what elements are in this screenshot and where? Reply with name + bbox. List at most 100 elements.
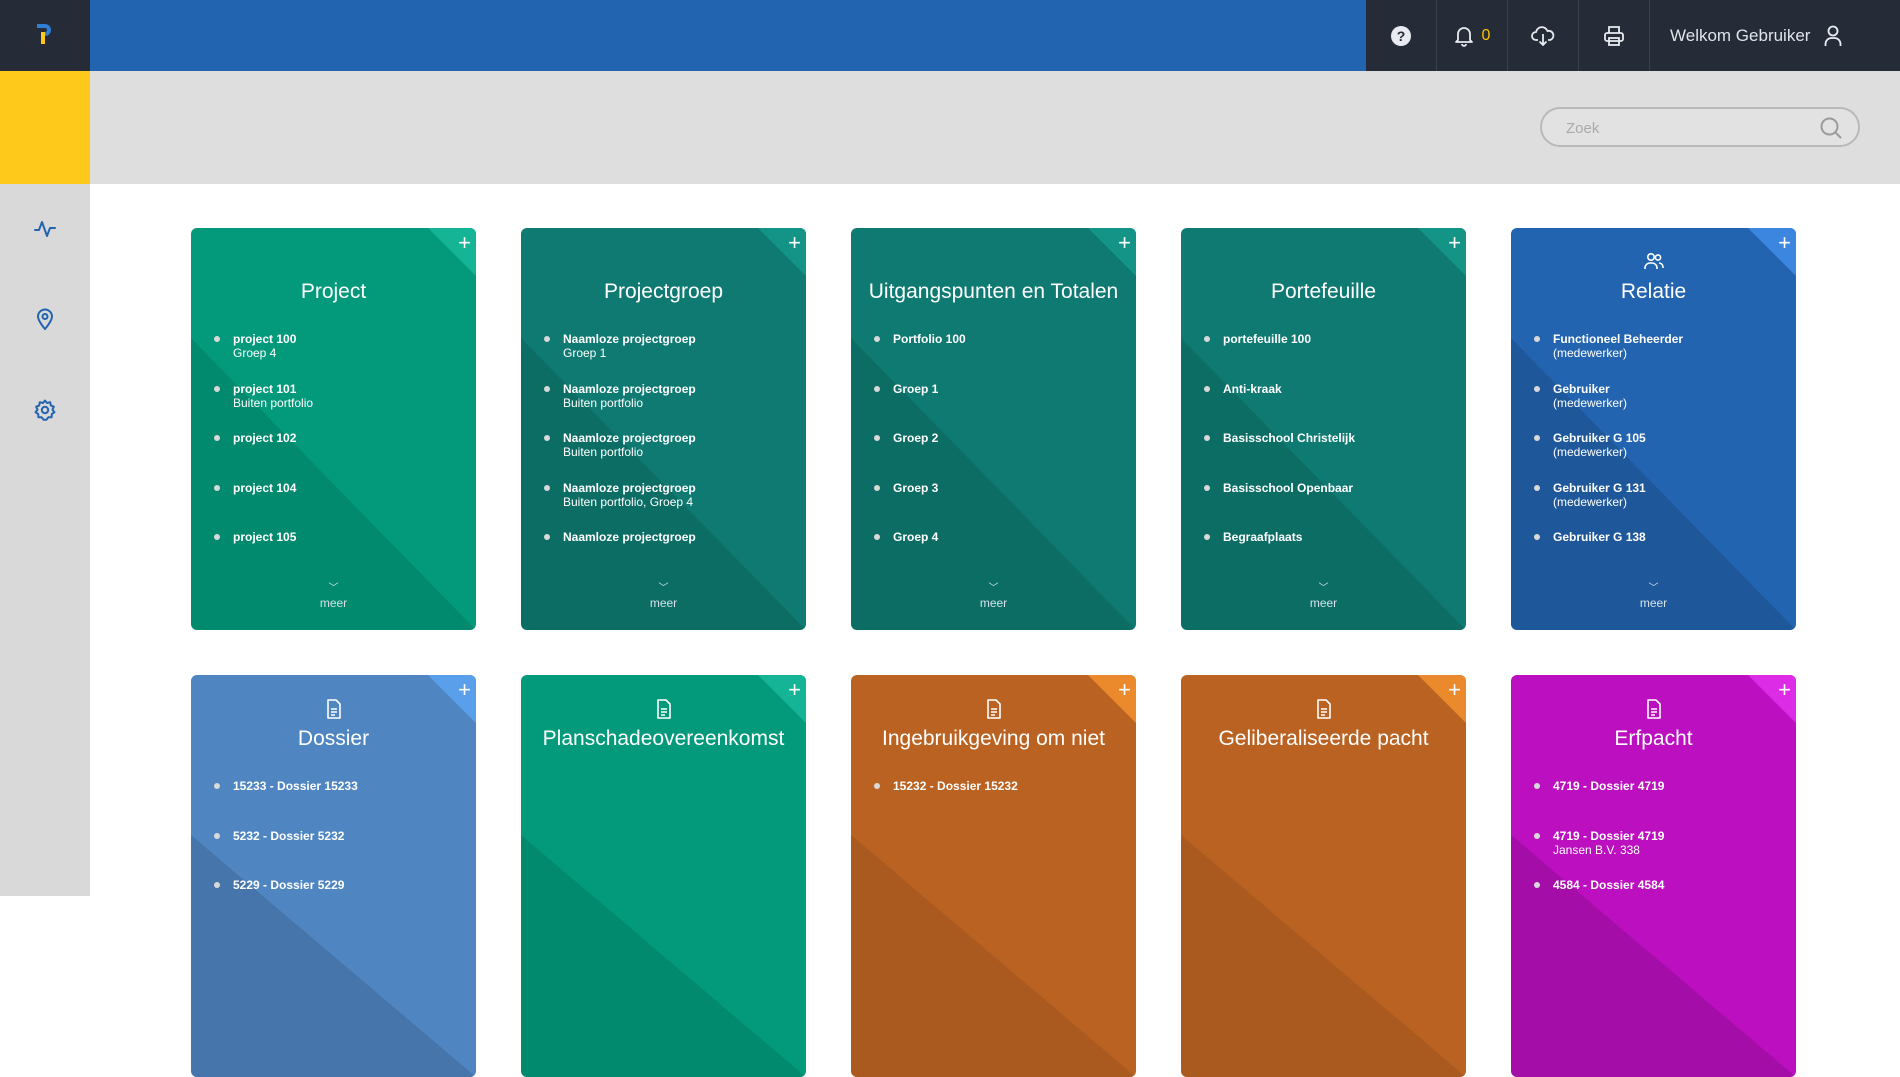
item-sub: Buiten portfolio bbox=[563, 445, 644, 460]
list-item[interactable]: 15232 - Dossier 15232 bbox=[873, 779, 1123, 829]
card-uitgangspunten: + Uitgangspunten en Totalen Portfolio 10… bbox=[851, 228, 1136, 630]
list-item[interactable]: Begraafplaats bbox=[1203, 530, 1453, 580]
list-item[interactable]: 5232 - Dossier 5232 bbox=[213, 829, 463, 879]
list-item[interactable]: Groep 4 bbox=[873, 530, 1123, 580]
top-nav: ? 0 Welkom Gebruiker bbox=[1366, 0, 1900, 71]
item-label: Groep 4 bbox=[893, 530, 939, 545]
item-label: Naamloze projectgroep bbox=[563, 381, 696, 396]
card-list: 4719 - Dossier 4719 4719 - Dossier 4719 J… bbox=[1533, 779, 1783, 928]
list-item[interactable]: Portfolio 100 bbox=[873, 332, 1123, 382]
list-item[interactable]: 4584 - Dossier 4584 bbox=[1533, 878, 1783, 928]
card-ingebruikgeving: + Ingebruikgeving om niet 15232 - Dossie… bbox=[851, 675, 1136, 1077]
logo[interactable] bbox=[0, 0, 90, 71]
card-list: Portfolio 100 Groep 1 Groep 2 Groep 3 Gr… bbox=[873, 332, 1123, 580]
more-button[interactable]: ﹀ meer bbox=[1181, 584, 1466, 611]
card-project: + Project project 100 Groep 4 project 101… bbox=[191, 228, 476, 630]
card-icon-wrap bbox=[1511, 252, 1796, 274]
list-item[interactable]: Naamloze projectgroep Buiten portfolio, G… bbox=[543, 481, 793, 531]
more-button[interactable]: ﹀ meer bbox=[191, 584, 476, 611]
add-portefeuille-button[interactable]: + bbox=[1448, 232, 1461, 254]
list-item[interactable]: Gebruiker G 131 (medewerker) bbox=[1533, 481, 1783, 531]
search-icon[interactable] bbox=[1820, 117, 1842, 139]
download-button[interactable] bbox=[1507, 0, 1578, 71]
notifications-button[interactable]: 0 bbox=[1436, 0, 1507, 71]
item-sub: Buiten portfolio bbox=[233, 395, 314, 410]
list-item[interactable]: 5229 - Dossier 5229 bbox=[213, 878, 463, 928]
add-relatie-button[interactable]: + bbox=[1778, 232, 1791, 254]
list-item[interactable]: project 102 bbox=[213, 431, 463, 481]
list-item[interactable]: Naamloze projectgroep Buiten portfolio bbox=[543, 382, 793, 432]
sidebar-item-settings[interactable] bbox=[30, 395, 60, 425]
bell-icon bbox=[1454, 26, 1473, 47]
more-button[interactable]: ﹀ meer bbox=[1511, 583, 1796, 611]
card-title: Projectgroep bbox=[603, 280, 724, 303]
add-geliberaliseerde-pacht-button[interactable]: + bbox=[1448, 679, 1461, 701]
list-item[interactable]: Naamloze projectgroep bbox=[543, 530, 793, 580]
list-item[interactable]: Naamloze projectgroep Groep 1 bbox=[543, 332, 793, 382]
user-menu[interactable]: Welkom Gebruiker bbox=[1649, 0, 1900, 71]
search-input[interactable] bbox=[1564, 117, 1808, 139]
list-item[interactable]: Functioneel Beheerder (medewerker) bbox=[1533, 332, 1783, 382]
card-icon-wrap bbox=[521, 699, 806, 721]
item-label: project 105 bbox=[233, 530, 297, 545]
item-label: 4719 - Dossier 4719 bbox=[1553, 779, 1665, 793]
list-item[interactable]: 4719 - Dossier 4719 bbox=[1533, 779, 1783, 829]
document-icon bbox=[1316, 699, 1331, 719]
add-ingebruikgeving-button[interactable]: + bbox=[1118, 679, 1131, 701]
list-item[interactable]: Groep 2 bbox=[873, 431, 1123, 481]
list-item[interactable]: Naamloze projectgroep Buiten portfolio bbox=[543, 431, 793, 481]
location-pin-icon bbox=[36, 308, 54, 330]
activity-icon bbox=[34, 221, 56, 237]
chevron-down-icon: ﹀ bbox=[658, 583, 669, 594]
item-label: Groep 2 bbox=[893, 431, 939, 446]
list-item[interactable]: Groep 1 bbox=[873, 382, 1123, 432]
list-item[interactable]: project 101 Buiten portfolio bbox=[213, 382, 463, 432]
list-item[interactable]: project 100 Groep 4 bbox=[213, 332, 463, 382]
list-item[interactable]: 15233 - Dossier 15233 bbox=[213, 779, 463, 829]
add-project-button[interactable]: + bbox=[458, 232, 471, 254]
list-item[interactable]: Groep 3 bbox=[873, 481, 1123, 531]
list-item[interactable]: Basisschool Openbaar bbox=[1203, 481, 1453, 531]
list-item[interactable]: Gebruiker G 138 bbox=[1533, 530, 1783, 580]
list-item[interactable]: project 105 bbox=[213, 530, 463, 580]
list-item[interactable]: project 104 bbox=[213, 481, 463, 531]
card-icon-wrap bbox=[1511, 699, 1796, 721]
help-button[interactable]: ? bbox=[1366, 0, 1436, 71]
sidebar-item-location[interactable] bbox=[30, 304, 60, 334]
add-dossier-button[interactable]: + bbox=[458, 679, 471, 701]
card-projectgroep: + Projectgroep Naamloze projectgroep Groe… bbox=[521, 228, 806, 630]
list-item[interactable]: portefeuille 100 bbox=[1203, 332, 1453, 382]
list-item[interactable]: Gebruiker G 105 (medewerker) bbox=[1533, 431, 1783, 481]
card-title: Geliberaliseerde pacht bbox=[1218, 727, 1429, 750]
add-erfpacht-button[interactable]: + bbox=[1778, 679, 1791, 701]
cloud-download-icon bbox=[1531, 25, 1555, 46]
settings-gear-icon bbox=[34, 399, 56, 421]
card-title: Planschadeovereenkomst bbox=[542, 727, 785, 750]
list-item[interactable]: Anti-kraak bbox=[1203, 382, 1453, 432]
more-button[interactable]: ﹀ meer bbox=[521, 583, 806, 611]
search-box[interactable] bbox=[1540, 107, 1860, 147]
list-item[interactable]: Gebruiker (medewerker) bbox=[1533, 382, 1783, 432]
item-label: Groep 3 bbox=[893, 480, 939, 495]
card-list: portefeuille 100 Anti-kraak Basisschool … bbox=[1203, 332, 1453, 580]
card-portefeuille: + Portefeuille portefeuille 100 Anti-kra… bbox=[1181, 228, 1466, 630]
more-label: meer bbox=[319, 596, 348, 610]
list-item[interactable]: Basisschool Christelijk bbox=[1203, 431, 1453, 481]
add-uitgangspunten-button[interactable]: + bbox=[1118, 232, 1131, 254]
card-list: Naamloze projectgroep Groep 1 Naamloze pr… bbox=[543, 332, 793, 580]
item-label: Gebruiker G 138 bbox=[1553, 530, 1646, 545]
card-erfpacht: + Erfpacht 4719 - Dossier 4719 4719 - Do… bbox=[1511, 675, 1796, 1077]
more-button[interactable]: ﹀ meer bbox=[851, 584, 1136, 611]
list-item[interactable]: 4719 - Dossier 4719 Jansen B.V. 338 bbox=[1533, 829, 1783, 879]
sidebar-item-activity[interactable] bbox=[30, 214, 60, 244]
more-label: meer bbox=[1309, 596, 1338, 610]
item-label: 4719 - Dossier 4719 bbox=[1553, 828, 1665, 843]
item-label: 5232 - Dossier 5232 bbox=[233, 828, 345, 843]
print-button[interactable] bbox=[1578, 0, 1649, 71]
item-sub: Groep 4 bbox=[233, 346, 277, 360]
add-projectgroep-button[interactable]: + bbox=[788, 232, 801, 254]
item-label: project 102 bbox=[233, 431, 297, 446]
add-planschade-button[interactable]: + bbox=[788, 679, 801, 701]
sidebar-accent bbox=[0, 71, 90, 184]
chevron-down-icon: ﹀ bbox=[1648, 583, 1659, 594]
